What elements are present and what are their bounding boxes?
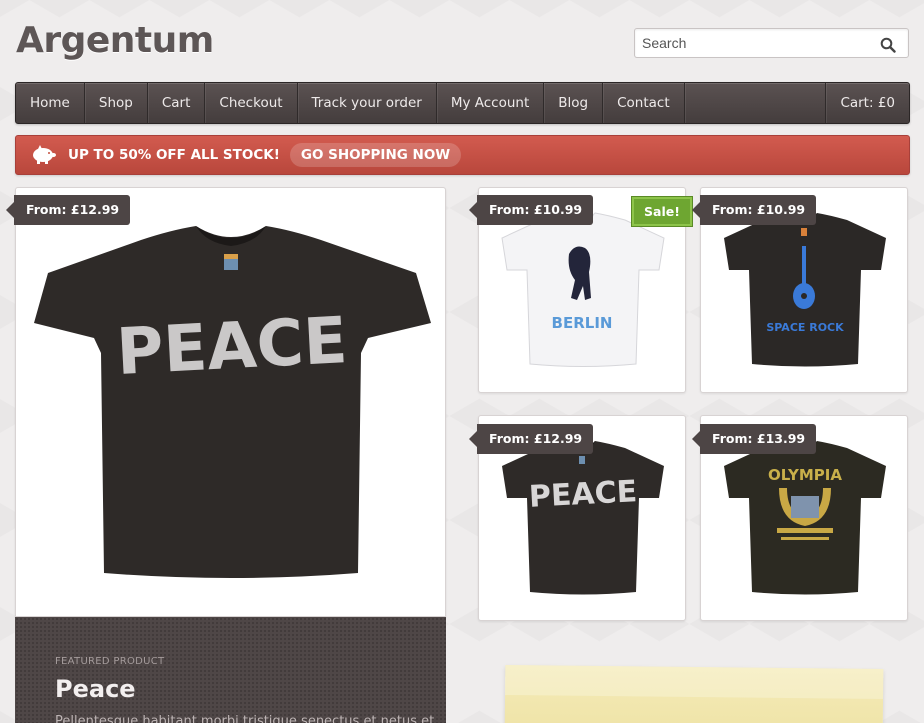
featured-product-image[interactable]: PEACE — [16, 188, 447, 618]
search-input[interactable] — [642, 35, 872, 51]
nav-cart[interactable]: Cart — [148, 83, 206, 123]
promo-banner: UP TO 50% OFF ALL STOCK! GO SHOPPING NOW — [15, 135, 910, 175]
nav-track-order[interactable]: Track your order — [298, 83, 437, 123]
nav-my-account[interactable]: My Account — [437, 83, 545, 123]
svg-text:BERLIN: BERLIN — [552, 314, 613, 332]
promo-text: UP TO 50% OFF ALL STOCK! — [68, 147, 280, 163]
product-price-tag-peace: From: £12.99 — [468, 424, 594, 454]
svg-text:SPACE ROCK: SPACE ROCK — [766, 321, 844, 334]
featured-description: Pellentesque habitant morbi tristique se… — [55, 714, 435, 723]
featured-title[interactable]: Peace — [55, 675, 136, 703]
main-nav: Home Shop Cart Checkout Track your order… — [15, 82, 910, 124]
product-price-tag-space-rock: From: £10.99 — [691, 195, 817, 225]
svg-text:PEACE: PEACE — [528, 474, 638, 515]
nav-checkout[interactable]: Checkout — [205, 83, 298, 123]
featured-product-card[interactable]: PEACE — [15, 187, 446, 617]
svg-text:PEACE: PEACE — [115, 304, 349, 390]
nav-contact[interactable]: Contact — [603, 83, 685, 123]
search-box[interactable] — [634, 28, 909, 58]
site-logo[interactable]: Argentum — [16, 20, 214, 61]
cart-total-link[interactable]: Cart: £0 — [825, 83, 909, 123]
featured-label: FEATURED PRODUCT — [55, 656, 165, 667]
search-icon[interactable] — [880, 37, 896, 53]
featured-price-tag: From: £12.99 — [5, 195, 131, 225]
piggy-bank-icon — [33, 145, 56, 164]
featured-info-panel: FEATURED PRODUCT Peace Pellentesque habi… — [15, 617, 446, 723]
nav-blog[interactable]: Blog — [544, 83, 604, 123]
sale-badge: Sale! — [632, 197, 692, 226]
sticky-note — [504, 665, 884, 723]
nav-home[interactable]: Home — [16, 83, 85, 123]
product-price-tag-berlin: From: £10.99 — [468, 195, 594, 225]
go-shopping-button[interactable]: GO SHOPPING NOW — [289, 143, 462, 167]
product-price-tag-olympia: From: £13.99 — [691, 424, 817, 454]
nav-shop[interactable]: Shop — [85, 83, 148, 123]
svg-text:OLYMPIA: OLYMPIA — [768, 466, 842, 484]
